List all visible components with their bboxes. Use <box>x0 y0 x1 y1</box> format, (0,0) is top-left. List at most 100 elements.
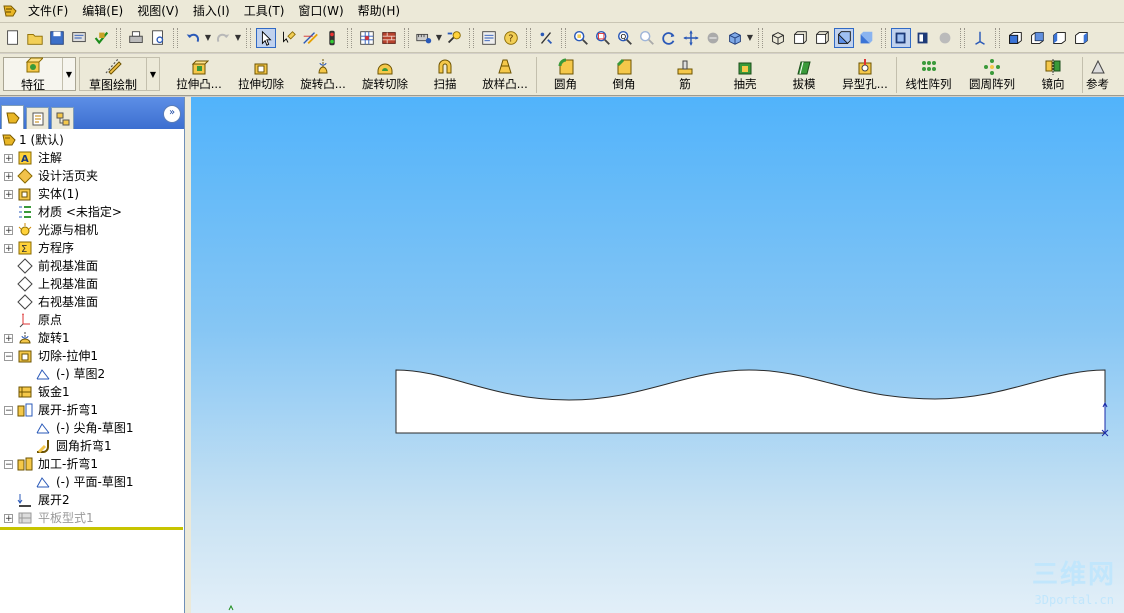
tree-node[interactable]: 上视基准面 <box>0 275 184 293</box>
tree-node[interactable]: (-) 尖角-草图1 <box>0 419 184 437</box>
sketch-button[interactable] <box>300 28 320 48</box>
print-preview-button[interactable] <box>148 28 168 48</box>
redo-dropdown-arrow[interactable]: ▼ <box>234 28 242 48</box>
print-setup-button[interactable] <box>69 28 89 48</box>
expand-icon[interactable]: + <box>4 190 13 200</box>
tree-node[interactable]: 钣金1 <box>0 383 184 401</box>
draft-button[interactable]: 拔模 <box>774 57 834 93</box>
perspective-button[interactable] <box>891 27 911 48</box>
circular-pattern-button[interactable]: 圆周阵列 <box>960 57 1024 93</box>
tree-node[interactable]: (-) 平面-草图1 <box>0 473 184 491</box>
expand-icon[interactable]: + <box>4 334 13 344</box>
loft-button[interactable]: 放样凸... <box>474 57 536 93</box>
expand-icon[interactable]: + <box>4 514 13 524</box>
tab-configuration-manager[interactable] <box>51 107 74 129</box>
snap-button[interactable] <box>536 28 556 48</box>
rib-button[interactable]: 筋 <box>654 57 716 93</box>
origin-toggle-button[interactable] <box>970 28 990 48</box>
tree-node[interactable]: + 光源与相机 <box>0 221 184 239</box>
undo-button[interactable] <box>183 28 203 48</box>
mirror-button[interactable]: 镜向 <box>1024 57 1082 93</box>
traffic-light-button[interactable] <box>322 28 342 48</box>
collapse-icon[interactable]: − <box>4 406 13 416</box>
undo-dropdown-arrow[interactable]: ▼ <box>204 28 212 48</box>
tree-node[interactable]: 圆角折弯1 <box>0 437 184 455</box>
shaded-button[interactable] <box>856 28 876 48</box>
view-orientation-dropdown-arrow[interactable]: ▼ <box>746 28 754 48</box>
properties-button[interactable] <box>479 28 499 48</box>
hidden-lines-removed-button[interactable] <box>812 28 832 48</box>
shell-button[interactable]: 抽壳 <box>716 57 774 93</box>
measure-dropdown-arrow[interactable]: ▼ <box>435 28 443 48</box>
tree-node[interactable]: − 展开-折弯1 <box>0 401 184 419</box>
reference-geometry-button[interactable]: 参考 <box>1082 57 1112 93</box>
tree-node[interactable]: 原点 <box>0 311 184 329</box>
tree-root[interactable]: 1 (默认) <box>0 131 184 149</box>
hidden-lines-visible-button[interactable] <box>790 28 810 48</box>
print-button[interactable] <box>126 28 146 48</box>
sweep-button[interactable]: 扫描 <box>416 57 474 93</box>
expand-icon[interactable]: + <box>4 172 13 182</box>
chamfer-button[interactable]: 倒角 <box>594 57 654 93</box>
tree-node[interactable]: 材质 <未指定> <box>0 203 184 221</box>
save-button[interactable] <box>47 28 67 48</box>
view-orientation-button[interactable] <box>725 28 745 48</box>
features-dropdown-arrow[interactable]: ▼ <box>62 58 75 90</box>
collapse-icon[interactable]: − <box>4 352 13 362</box>
help-button[interactable]: ? <box>501 28 521 48</box>
tree-node[interactable]: (-) 草图2 <box>0 365 184 383</box>
shadows-button[interactable] <box>935 28 955 48</box>
tree-node[interactable]: + 平板型式1 <box>0 509 184 527</box>
fillet-button[interactable]: 圆角 <box>536 57 594 93</box>
expand-icon[interactable]: + <box>4 154 13 164</box>
menu-item-4[interactable]: 工具(T) <box>237 1 292 21</box>
expand-icon[interactable]: + <box>4 226 13 236</box>
sketch-toolbar-button[interactable]: 草图绘制 ▼ <box>79 57 160 92</box>
section-view-button[interactable] <box>913 28 933 48</box>
menu-item-1[interactable]: 编辑(E) <box>75 1 130 21</box>
front-view-button[interactable] <box>1005 28 1025 48</box>
menu-item-5[interactable]: 窗口(W) <box>291 1 350 21</box>
tab-feature-manager[interactable] <box>1 105 24 129</box>
tree-node[interactable]: 右视基准面 <box>0 293 184 311</box>
extruded-boss-button[interactable]: 拉伸凸... <box>168 57 230 93</box>
brick-button[interactable] <box>379 28 399 48</box>
graphics-area[interactable]: 三维网 3Dportal.cn <box>191 97 1124 613</box>
sketch-dropdown-arrow[interactable]: ▼ <box>146 58 159 90</box>
menu-item-6[interactable]: 帮助(H) <box>351 1 407 21</box>
tree-node[interactable]: − 切除-拉伸1 <box>0 347 184 365</box>
tree-node[interactable]: + 实体(1) <box>0 185 184 203</box>
tree-node[interactable]: 前视基准面 <box>0 257 184 275</box>
open-folder-button[interactable] <box>25 28 45 48</box>
linear-pattern-button[interactable]: 线性阵列 <box>896 57 960 93</box>
zoom-area-button[interactable] <box>593 28 613 48</box>
zoom-in-out-button[interactable]: Q <box>615 28 635 48</box>
back-view-button[interactable] <box>1027 28 1047 48</box>
menu-item-0[interactable]: 文件(F) <box>21 1 75 21</box>
solidworks-logo-icon[interactable] <box>2 3 18 19</box>
zoom-selection-button[interactable] <box>637 28 657 48</box>
menu-item-2[interactable]: 视图(V) <box>130 1 186 21</box>
tree-node[interactable]: + Σ 方程序 <box>0 239 184 257</box>
zoom-to-fit-button[interactable] <box>571 28 591 48</box>
hole-wizard-button[interactable]: 异型孔... <box>834 57 896 93</box>
tree-node[interactable]: − 加工-折弯1 <box>0 455 184 473</box>
rotate-button[interactable] <box>659 28 679 48</box>
grid-button[interactable] <box>357 28 377 48</box>
redo-button[interactable] <box>213 28 233 48</box>
pan-button[interactable] <box>681 28 701 48</box>
menu-item-3[interactable]: 插入(I) <box>186 1 237 21</box>
tree-node[interactable]: + A 注解 <box>0 149 184 167</box>
rebuild-button[interactable] <box>91 28 111 48</box>
left-view-button[interactable] <box>1049 28 1069 48</box>
features-toolbar-button[interactable]: 特征 ▼ <box>3 57 76 92</box>
tree-node[interactable]: + 旋转1 <box>0 329 184 347</box>
tree-node[interactable]: 展开2 <box>0 491 184 509</box>
wireframe-button[interactable] <box>768 28 788 48</box>
options-button[interactable] <box>444 28 464 48</box>
tab-property-manager[interactable] <box>26 107 49 129</box>
new-document-button[interactable] <box>3 28 23 48</box>
collapse-icon[interactable]: − <box>4 460 13 470</box>
expand-icon[interactable]: + <box>4 244 13 254</box>
collapse-panel-icon[interactable]: » <box>163 105 181 123</box>
